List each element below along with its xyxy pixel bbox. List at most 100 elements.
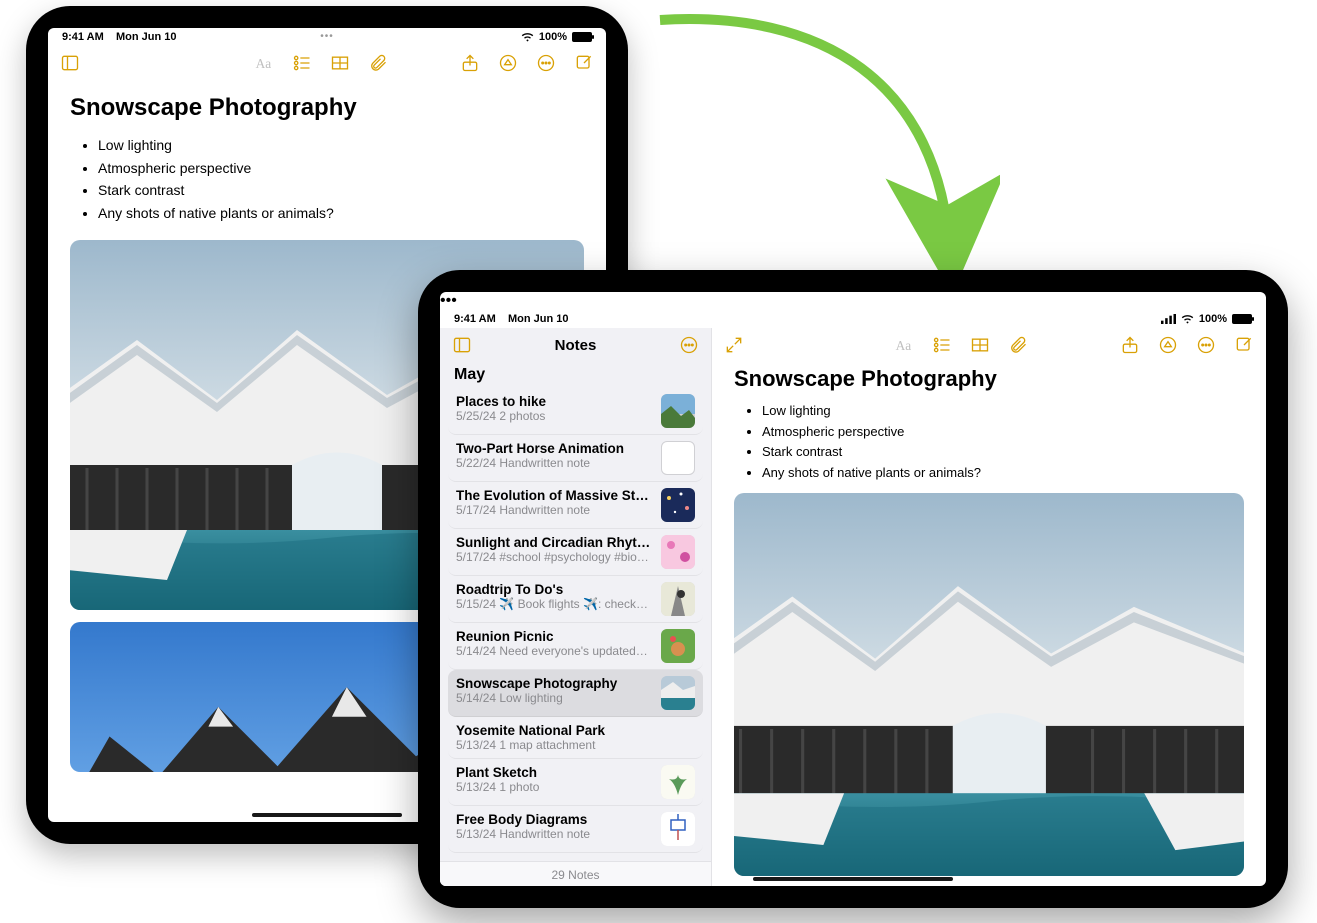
note-item-title: Reunion Picnic: [456, 629, 653, 644]
note-item-meta: 5/17/24 Handwritten note: [456, 503, 653, 517]
share-button[interactable]: [458, 51, 482, 75]
note-item-title: Snowscape Photography: [456, 676, 653, 691]
status-date: Mon Jun 10: [508, 313, 569, 325]
note-item-meta: 5/13/24 1 photo: [456, 780, 653, 794]
status-bar: 9:41 AM Mon Jun 10 100%: [440, 310, 1266, 328]
checklist-button[interactable]: [290, 51, 314, 75]
notes-sidebar: Notes May Places to hike5/25/24 2 photos…: [440, 328, 712, 886]
note-list-item[interactable]: Two-Part Horse Animation5/22/24 Handwrit…: [448, 435, 703, 482]
note-item-meta: 5/13/24 1 map attachment: [456, 738, 695, 752]
format-button[interactable]: Aa: [892, 333, 916, 357]
note-item-title: Two-Part Horse Animation: [456, 441, 653, 456]
note-bullets[interactable]: Low lighting Atmospheric perspective Sta…: [734, 400, 1244, 483]
attachment-button[interactable]: [1006, 333, 1030, 357]
note-item-title: Sunlight and Circadian Rhyth…: [456, 535, 653, 550]
sidebar-title: Notes: [440, 337, 711, 354]
status-left: 9:41 AM Mon Jun 10: [62, 31, 177, 43]
note-item-thumbnail: [661, 441, 695, 475]
note-item-title: The Evolution of Massive Star…: [456, 488, 653, 503]
checklist-button[interactable]: [930, 333, 954, 357]
note-list-item[interactable]: Free Body Diagrams5/13/24 Handwritten no…: [448, 806, 703, 853]
bullet-item[interactable]: Any shots of native plants or animals?: [98, 203, 584, 225]
bullet-item[interactable]: Atmospheric perspective: [762, 422, 1244, 442]
bullet-item[interactable]: Low lighting: [98, 135, 584, 157]
note-list-item[interactable]: Reunion Picnic5/14/24 Need everyone's up…: [448, 623, 703, 670]
note-list-item[interactable]: Plant Sketch5/13/24 1 photo: [448, 759, 703, 806]
note-title[interactable]: Snowscape Photography: [70, 94, 584, 122]
ipad-landscape: ••• 9:41 AM Mon Jun 10 100%: [418, 270, 1288, 908]
note-list-item[interactable]: The Evolution of Massive Star…5/17/24 Ha…: [448, 482, 703, 529]
home-indicator[interactable]: [252, 813, 402, 817]
note-item-thumbnail: [661, 765, 695, 799]
note-item-title: Roadtrip To Do's: [456, 582, 653, 597]
note-list-item[interactable]: Places to hike5/25/24 2 photos: [448, 388, 703, 435]
sidebar-toggle-button[interactable]: [58, 51, 82, 75]
note-list[interactable]: Places to hike5/25/24 2 photosTwo-Part H…: [440, 386, 711, 861]
note-editor[interactable]: Snowscape Photography Low lighting Atmos…: [712, 362, 1266, 886]
status-date: Mon Jun 10: [116, 31, 177, 43]
wifi-icon: [1181, 314, 1194, 325]
status-time: 9:41 AM: [62, 31, 104, 43]
note-list-item[interactable]: Sunlight and Circadian Rhyth…5/17/24 #sc…: [448, 529, 703, 576]
expand-button[interactable]: [722, 333, 746, 357]
bullet-item[interactable]: Atmospheric perspective: [98, 158, 584, 180]
note-item-title: Free Body Diagrams: [456, 812, 653, 827]
attachment-button[interactable]: [366, 51, 390, 75]
note-list-item[interactable]: Yosemite National Park5/13/24 1 map atta…: [448, 717, 703, 759]
note-bullets[interactable]: Low lighting Atmospheric perspective Sta…: [70, 134, 584, 226]
note-item-meta: 5/17/24 #school #psychology #bio…: [456, 550, 653, 564]
rotation-arrow: [640, 0, 1000, 290]
note-item-meta: 5/14/24 Need everyone's updated…: [456, 644, 653, 658]
table-button[interactable]: [328, 51, 352, 75]
multitask-dots[interactable]: •••: [440, 292, 1266, 310]
note-item-thumbnail: [661, 812, 695, 846]
battery-icon: [572, 32, 592, 42]
note-title[interactable]: Snowscape Photography: [734, 366, 1244, 392]
note-item-meta: 5/14/24 Low lighting: [456, 691, 653, 705]
bullet-item[interactable]: Low lighting: [762, 401, 1244, 421]
battery-percent: 100%: [539, 31, 567, 43]
status-time: 9:41 AM: [454, 313, 496, 325]
format-button[interactable]: Aa: [252, 51, 276, 75]
editor-pane: Aa: [712, 328, 1266, 886]
markup-button[interactable]: [496, 51, 520, 75]
multitask-dots[interactable]: •••: [320, 31, 334, 42]
sidebar-footer: 29 Notes: [440, 861, 711, 886]
note-item-thumbnail: [661, 488, 695, 522]
sidebar-header: Notes: [440, 328, 711, 362]
note-item-thumbnail: [661, 535, 695, 569]
note-item-thumbnail: [661, 582, 695, 616]
landscape-screen: ••• 9:41 AM Mon Jun 10 100%: [440, 292, 1266, 886]
cellular-icon: [1161, 314, 1176, 324]
status-right: 100%: [521, 31, 592, 43]
note-item-meta: 5/13/24 Handwritten note: [456, 827, 653, 841]
sidebar-section-label: May: [440, 362, 711, 386]
wifi-icon: [521, 32, 534, 43]
svg-text:Aa: Aa: [256, 56, 272, 71]
share-button[interactable]: [1118, 333, 1142, 357]
note-item-thumbnail: [661, 676, 695, 710]
bullet-item[interactable]: Stark contrast: [762, 442, 1244, 462]
more-button[interactable]: [1194, 333, 1218, 357]
note-list-item[interactable]: Snowscape Photography5/14/24 Low lightin…: [448, 670, 703, 717]
markup-button[interactable]: [1156, 333, 1180, 357]
note-photo-1[interactable]: [734, 493, 1244, 876]
table-button[interactable]: [968, 333, 992, 357]
status-right: 100%: [1161, 313, 1252, 325]
bullet-item[interactable]: Any shots of native plants or animals?: [762, 463, 1244, 483]
note-item-meta: 5/22/24 Handwritten note: [456, 456, 653, 470]
home-indicator[interactable]: [753, 877, 953, 881]
battery-percent: 100%: [1199, 313, 1227, 325]
note-item-title: Places to hike: [456, 394, 653, 409]
editor-toolbar: Aa: [712, 328, 1266, 362]
status-left: 9:41 AM Mon Jun 10: [454, 313, 569, 325]
compose-button[interactable]: [1232, 333, 1256, 357]
note-item-meta: 5/15/24 ✈️ Book flights ✈️: check…: [456, 597, 653, 611]
note-item-meta: 5/25/24 2 photos: [456, 409, 653, 423]
bullet-item[interactable]: Stark contrast: [98, 180, 584, 202]
note-item-title: Yosemite National Park: [456, 723, 695, 738]
compose-button[interactable]: [572, 51, 596, 75]
note-list-item[interactable]: Roadtrip To Do's5/15/24 ✈️ Book flights …: [448, 576, 703, 623]
note-item-thumbnail: [661, 394, 695, 428]
more-button[interactable]: [534, 51, 558, 75]
